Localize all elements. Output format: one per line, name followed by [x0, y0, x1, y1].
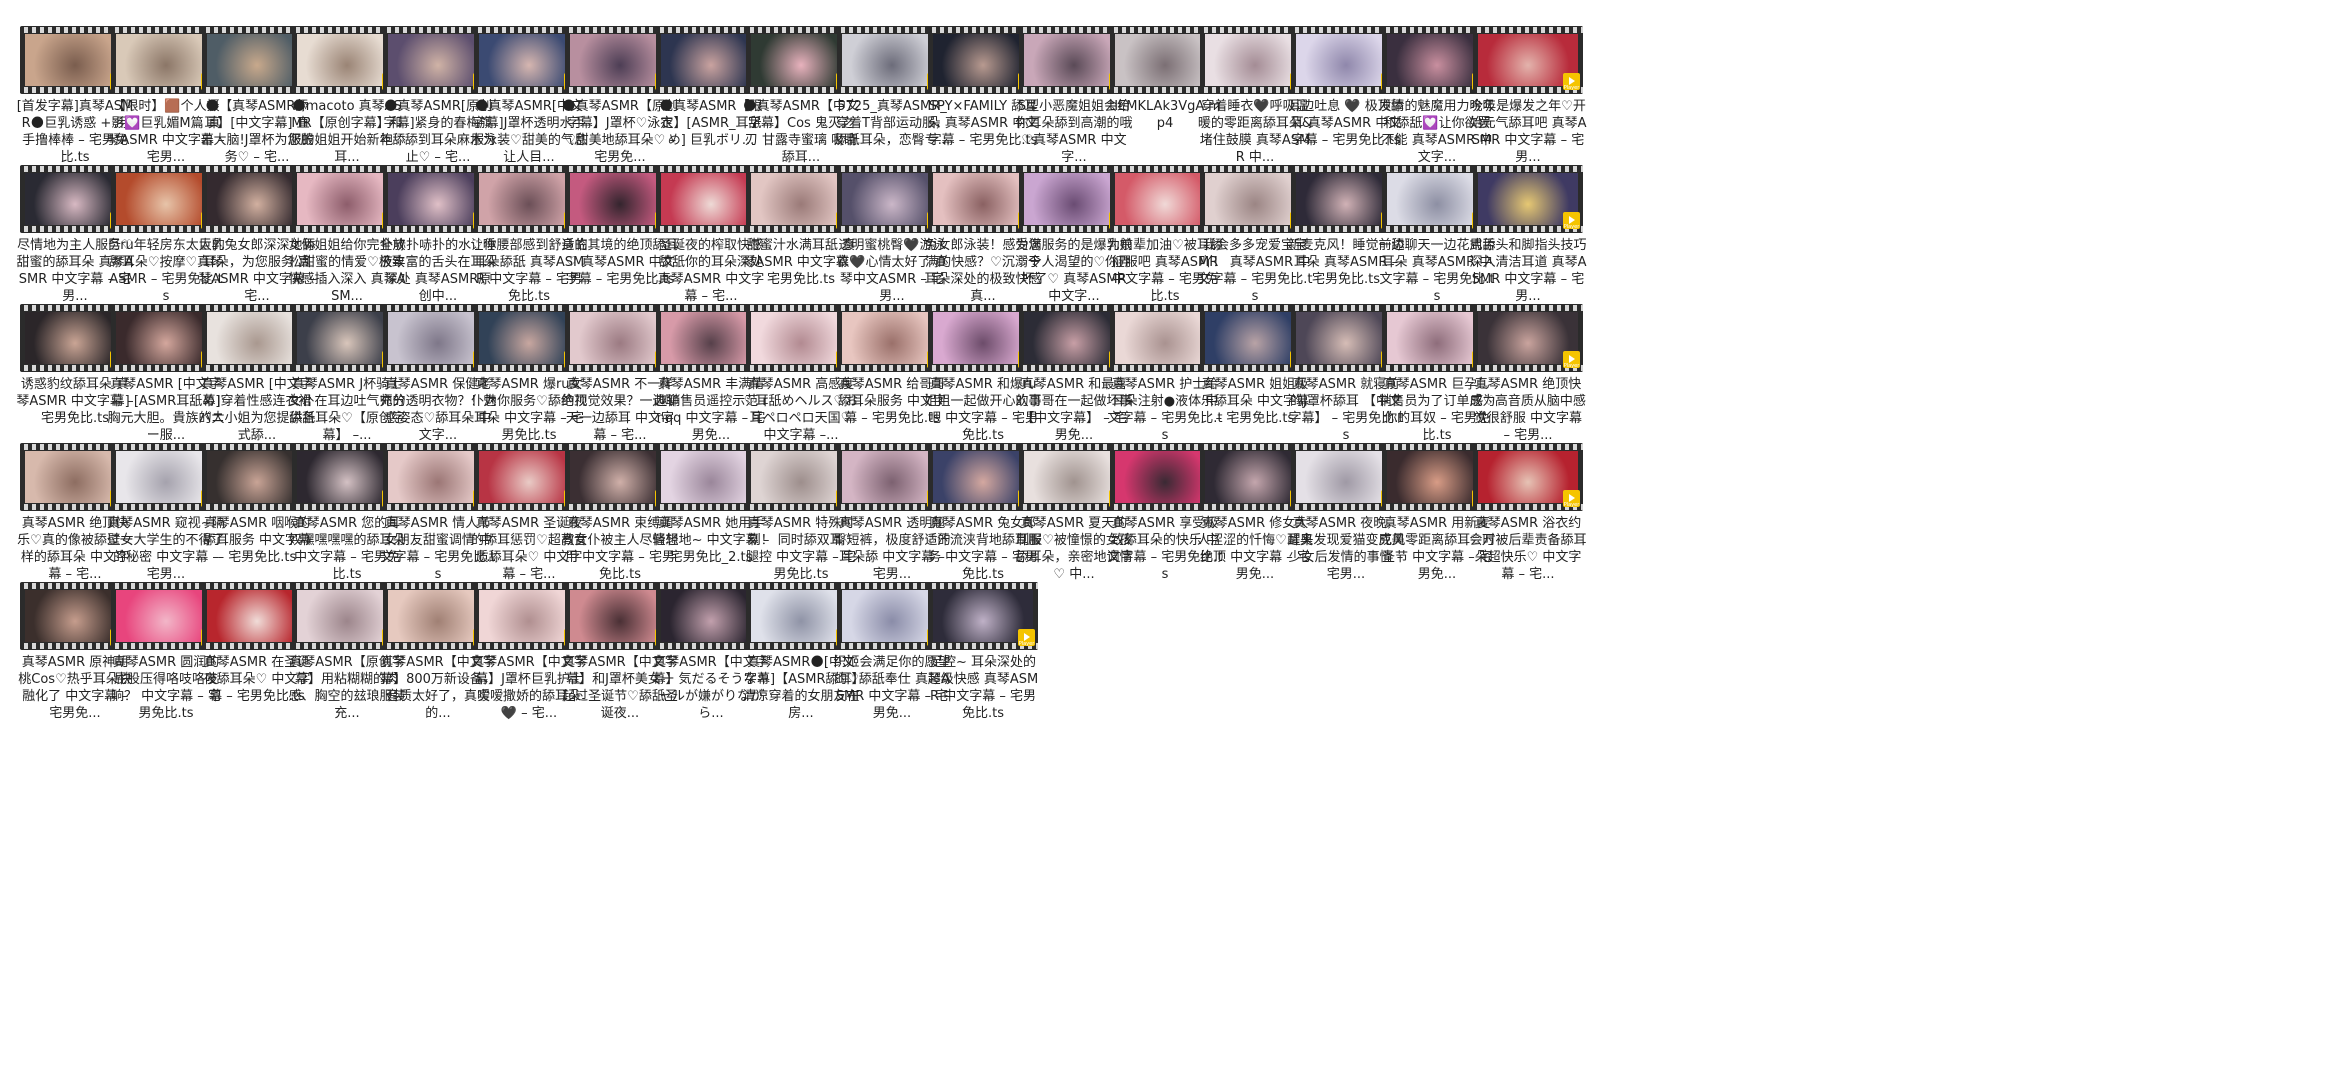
player-badge-label: Player — [1563, 85, 1580, 91]
player-badge-label: Player — [1018, 641, 1035, 647]
play-icon — [1569, 77, 1575, 85]
play-icon — [1569, 216, 1575, 224]
film-strip — [1473, 27, 1583, 33]
file-item[interactable]: Player 真琴ASMR 浴衣约会时被后辈责备舔耳朵超快乐♡ 中文字幕 – 宅.… — [1469, 443, 1587, 623]
video-thumbnail[interactable]: Player — [928, 582, 1038, 650]
film-strip — [928, 583, 1038, 589]
video-thumbnail[interactable]: Player — [1473, 304, 1583, 372]
file-item[interactable]: Player 足控~ 耳朵深处的超级快感 真琴ASMR 中文字幕 – 宅男免比.t… — [924, 582, 1042, 762]
film-strip — [1473, 305, 1583, 311]
play-icon — [1569, 355, 1575, 363]
player-badge-icon: Player — [1563, 73, 1580, 91]
player-badge-label: Player — [1563, 224, 1580, 230]
video-thumbnail[interactable]: Player — [1473, 165, 1583, 233]
player-badge-label: Player — [1563, 363, 1580, 369]
player-badge-icon: Player — [1563, 490, 1580, 508]
player-badge-icon: Player — [1563, 351, 1580, 369]
file-name: 真琴ASMR 绝顶快感♡高音质从脑中感觉很舒服 中文字幕 – 宅男... — [1470, 377, 1586, 443]
file-name: 足控~ 耳朵深处的超级快感 真琴ASMR 中文字幕 – 宅男免比.ts — [927, 655, 1039, 721]
file-name: 今年是爆发之年♡开始元气舔耳吧 真琴ASMR 中文字幕 – 宅男... — [1469, 99, 1587, 165]
video-thumbnail[interactable]: Player — [1473, 26, 1583, 94]
film-strip — [1473, 444, 1583, 450]
play-icon — [1024, 633, 1030, 641]
player-badge-icon: Player — [1563, 212, 1580, 230]
player-badge-icon: Player — [1018, 629, 1035, 647]
file-name: 真琴ASMR 浴衣约会时被后辈责备舔耳朵超快乐♡ 中文字幕 – 宅... — [1469, 516, 1587, 582]
player-badge-label: Player — [1563, 502, 1580, 508]
play-icon — [1569, 494, 1575, 502]
film-strip — [1473, 166, 1583, 172]
video-thumbnail[interactable]: Player — [1473, 443, 1583, 511]
file-name: 用舌头和脚指头技巧深入清洁耳道 真琴ASMR 中文字幕 – 宅男... — [1469, 238, 1587, 304]
